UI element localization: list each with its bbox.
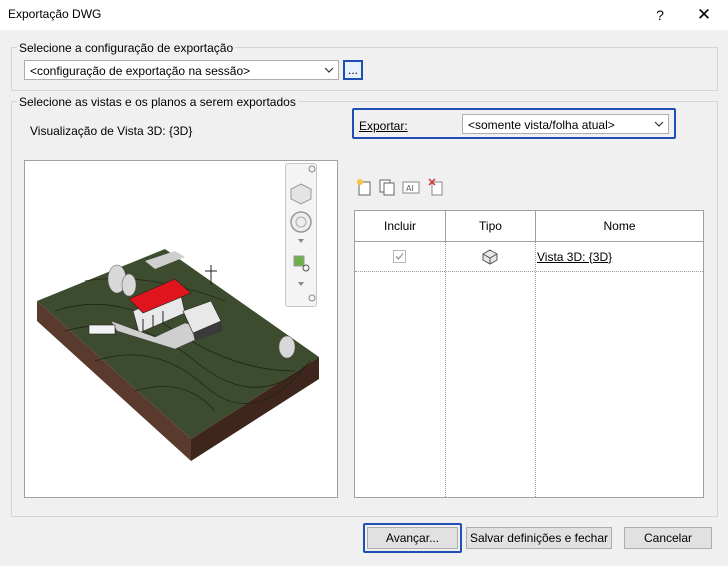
window-title: Exportação DWG	[8, 7, 102, 21]
views-grid[interactable]: Incluir Tipo Nome Vista 3D: {3D}	[354, 210, 704, 498]
column-header-include[interactable]: Incluir	[355, 211, 446, 242]
close-button[interactable]: ✕	[690, 4, 718, 26]
include-checkbox[interactable]	[393, 250, 406, 263]
cancel-button[interactable]: Cancelar	[624, 527, 712, 549]
rename-set-icon[interactable]: AI	[402, 178, 420, 196]
config-group-label: Selecione a configuração de exportação	[17, 41, 236, 55]
delete-set-icon[interactable]	[428, 178, 446, 196]
new-set-icon[interactable]	[356, 178, 374, 196]
config-combo-value: <configuração de exportação na sessão>	[30, 64, 251, 78]
title-bar: Exportação DWG ? ✕	[0, 0, 728, 30]
navigation-bar[interactable]	[285, 163, 317, 307]
grid-divider	[445, 242, 446, 497]
export-label: Exportar:	[359, 119, 408, 133]
browse-config-button[interactable]: ...	[343, 60, 363, 80]
3d-view-icon	[482, 249, 498, 265]
duplicate-set-icon[interactable]	[378, 178, 396, 196]
nav-tools-icon	[290, 165, 316, 302]
view-name-link[interactable]: Vista 3D: {3D}	[537, 250, 612, 264]
config-combo[interactable]: <configuração de exportação na sessão>	[24, 60, 339, 80]
view-preview[interactable]	[24, 160, 338, 498]
grid-divider	[535, 242, 536, 497]
views-group-label: Selecione as vistas e os planos a serem …	[17, 95, 298, 109]
preview-label: Visualização de Vista 3D: {3D}	[30, 124, 193, 138]
export-combo-value: <somente vista/folha atual>	[468, 118, 615, 132]
grid-divider	[355, 271, 703, 272]
column-header-name[interactable]: Nome	[536, 211, 703, 242]
column-header-type[interactable]: Tipo	[446, 211, 536, 242]
svg-text:AI: AI	[406, 184, 414, 193]
help-button[interactable]: ?	[646, 4, 674, 26]
next-button[interactable]: Avançar...	[367, 527, 458, 549]
chevron-down-icon	[324, 67, 334, 73]
export-combo[interactable]: <somente vista/folha atual>	[462, 114, 669, 134]
table-row[interactable]: Vista 3D: {3D}	[355, 242, 703, 271]
chevron-down-icon	[654, 121, 664, 127]
save-close-button[interactable]: Salvar definições e fechar	[466, 527, 612, 549]
